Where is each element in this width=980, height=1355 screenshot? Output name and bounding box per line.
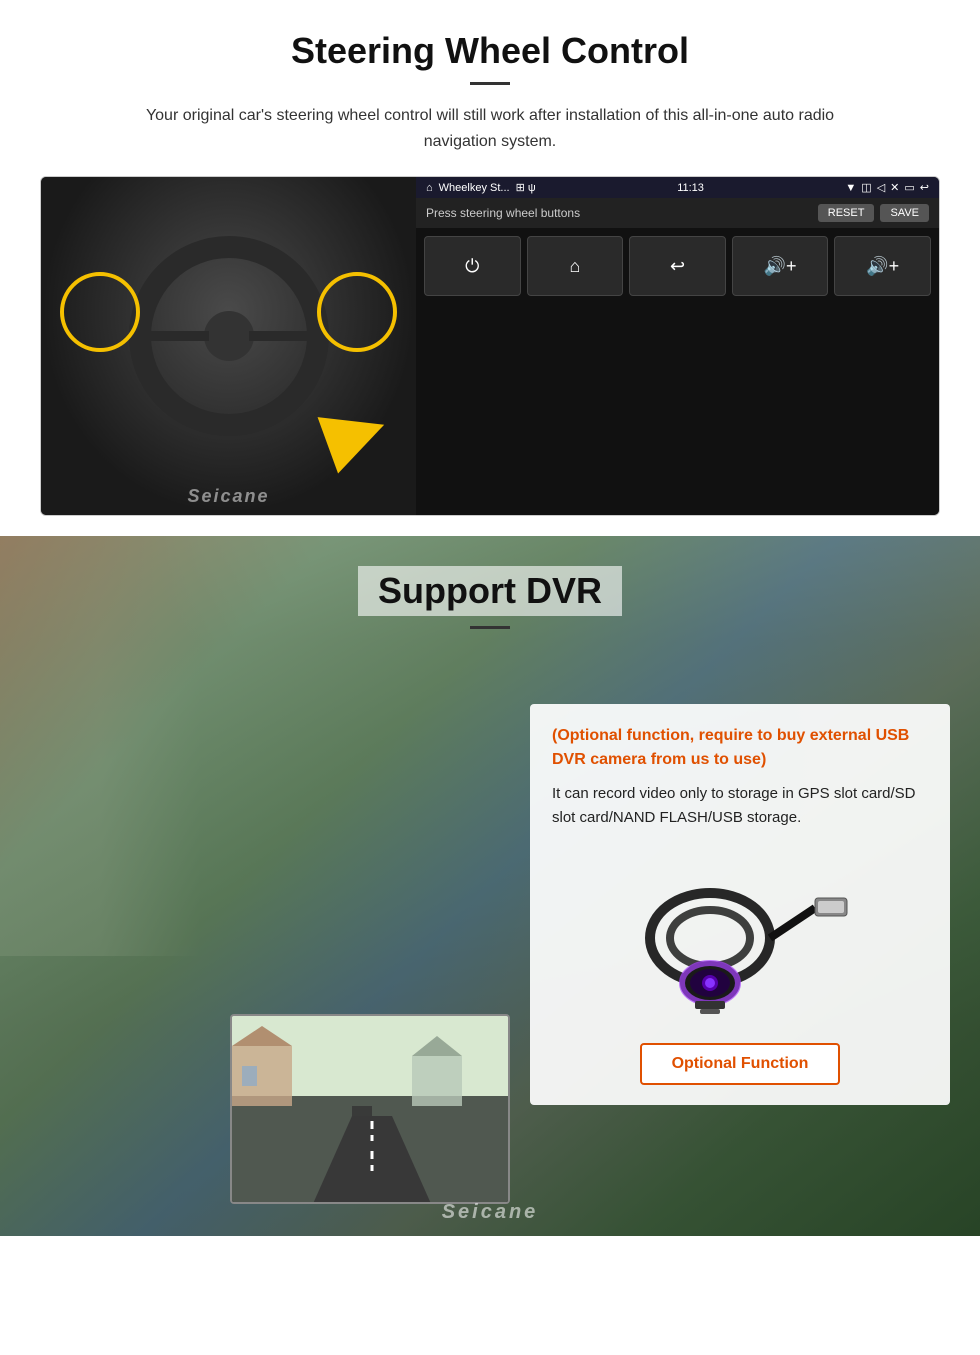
steering-title: Steering Wheel Control xyxy=(40,30,940,72)
steering-subtitle: Your original car's steering wheel contr… xyxy=(115,103,865,154)
dvr-title-divider xyxy=(470,626,510,629)
highlight-circle-right xyxy=(317,272,397,352)
close-icon: ✕ xyxy=(890,181,899,194)
app-label: Wheelkey St... xyxy=(439,182,510,194)
dvr-infobox-title: (Optional function, require to buy exter… xyxy=(552,724,928,772)
dvr-infobox-body: It can record video only to storage in G… xyxy=(552,782,928,830)
dvr-title-area: Support DVR xyxy=(0,536,980,644)
vol-up2-ctrl-btn[interactable]: 🔊+ xyxy=(834,236,931,296)
home-icon: ⌂ xyxy=(426,182,433,194)
dvr-infobox: (Optional function, require to buy exter… xyxy=(530,704,950,1105)
window-icon: ▭ xyxy=(904,181,914,194)
dvr-title: Support DVR xyxy=(358,566,622,616)
toolbar-buttons: RESET SAVE xyxy=(818,204,929,222)
highlight-circle-left xyxy=(60,272,140,352)
reset-button[interactable]: RESET xyxy=(818,204,875,222)
statusbar-left: ⌂ Wheelkey St... ⊞ ψ xyxy=(426,181,536,194)
android-toolbar: Press steering wheel buttons RESET SAVE xyxy=(416,198,939,228)
optional-function-button[interactable]: Optional Function xyxy=(640,1043,841,1085)
steering-wheel-ring xyxy=(129,236,329,436)
wifi-icon: ▼ xyxy=(845,182,856,194)
steering-section: Steering Wheel Control Your original car… xyxy=(0,0,980,536)
dvr-thumb-scene xyxy=(232,1016,508,1202)
dvr-camera-illustration xyxy=(552,848,928,1028)
vol-up-ctrl-btn[interactable]: 🔊+ xyxy=(732,236,829,296)
controls-grid: ⏻ ⌂ ↩ 🔊+ 🔊+ xyxy=(416,228,939,515)
title-divider xyxy=(470,82,510,85)
sound-icon: ◁ xyxy=(877,181,885,194)
back-icon: ↩ xyxy=(920,181,929,194)
statusbar-right-icons: ▼ ◫ ◁ ✕ ▭ ↩ xyxy=(845,181,929,194)
steering-wheel-photo: Seicane xyxy=(41,177,416,515)
steering-seicane-watermark: Seicane xyxy=(187,486,269,507)
steering-photo-bg xyxy=(41,177,416,515)
dvr-section: Support DVR xyxy=(0,536,980,1236)
press-label: Press steering wheel buttons xyxy=(426,206,580,220)
dvr-left-area xyxy=(30,664,510,1204)
sw-spoke-left xyxy=(131,331,209,341)
sw-spoke-right xyxy=(249,331,327,341)
dvr-camera-svg xyxy=(630,858,850,1018)
steering-composite-image: Seicane ⌂ Wheelkey St... ⊞ ψ 11:13 ▼ ◫ ◁… xyxy=(40,176,940,516)
back-ctrl-btn[interactable]: ↩ xyxy=(629,236,726,296)
dvr-content-area: (Optional function, require to buy exter… xyxy=(0,644,980,1224)
dvr-seicane-watermark: Seicane xyxy=(442,1201,539,1224)
android-statusbar: ⌂ Wheelkey St... ⊞ ψ 11:13 ▼ ◫ ◁ ✕ ▭ ↩ xyxy=(416,177,939,198)
statusbar-time: 11:13 xyxy=(677,182,704,194)
dvr-thumbnail xyxy=(230,1014,510,1204)
arrow-indicator xyxy=(326,405,386,465)
power-ctrl-btn[interactable]: ⏻ xyxy=(424,236,521,296)
arrow-right-shape xyxy=(318,396,395,473)
android-screen-panel: ⌂ Wheelkey St... ⊞ ψ 11:13 ▼ ◫ ◁ ✕ ▭ ↩ P… xyxy=(416,177,939,515)
save-button[interactable]: SAVE xyxy=(880,204,929,222)
screen-icon: ◫ xyxy=(861,181,871,194)
home-ctrl-btn[interactable]: ⌂ xyxy=(527,236,624,296)
statusbar-icons: ⊞ ψ xyxy=(516,181,536,194)
dvr-road-svg xyxy=(232,1016,510,1204)
